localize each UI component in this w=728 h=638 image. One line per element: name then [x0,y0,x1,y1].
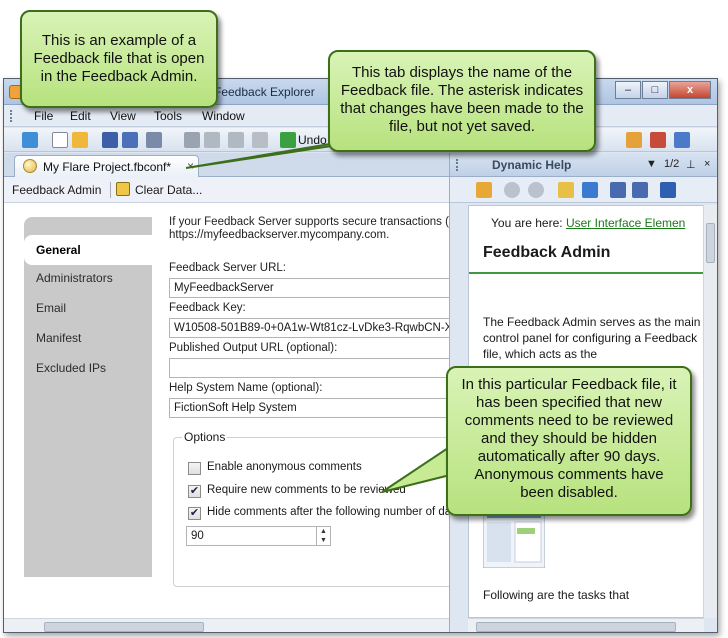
feedback-settings-callout: In this particular Feedback file, it has… [446,366,692,516]
tab-name-callout: This tab displays the name of the Feedba… [328,50,596,152]
example-file-callout: This is an example of a Feedback file th… [20,10,218,108]
